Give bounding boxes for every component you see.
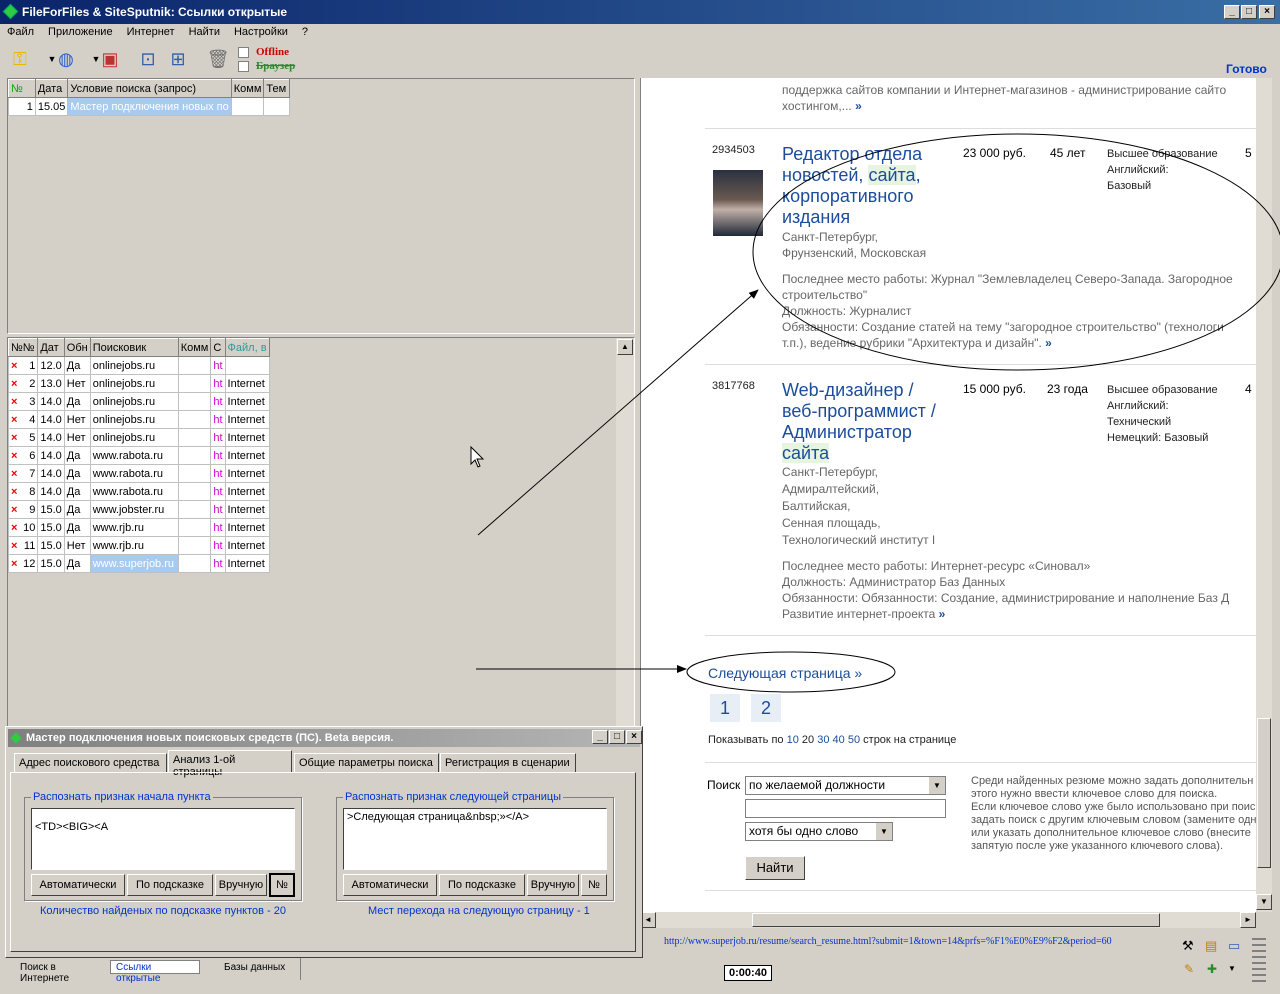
timer: 0:00:40 <box>724 965 772 981</box>
dialog-title: Мастер подключения новых поисковых средс… <box>26 732 394 744</box>
dialog-minimize-button[interactable]: _ <box>592 730 608 744</box>
number-button[interactable]: № <box>581 874 607 896</box>
mouse-cursor-icon <box>470 445 485 468</box>
tab-general[interactable]: Общие параметры поиска <box>294 753 439 773</box>
dialog-close-button[interactable]: × <box>626 730 642 744</box>
manual-button[interactable]: Вручную <box>527 874 579 896</box>
status-url: http://www.superjob.ru/resume/search_res… <box>664 936 1112 947</box>
export-icon[interactable]: ▤ <box>1205 938 1217 954</box>
note-icon[interactable]: ✎ <box>1184 962 1194 976</box>
hint-button[interactable]: По подсказке <box>127 874 213 896</box>
document-icon[interactable]: ▭ <box>1228 938 1240 954</box>
group-legend: Распознать признак следующей страницы <box>343 791 564 803</box>
auto-button[interactable]: Автоматически <box>31 874 125 896</box>
tab-registration[interactable]: Регистрация в сценарии <box>440 753 576 773</box>
chevron-down-icon[interactable]: ▼ <box>1228 964 1236 973</box>
found-count: Количество найденых по подсказке пунктов… <box>40 905 286 917</box>
number-button[interactable]: № <box>269 873 295 897</box>
tab-analysis[interactable]: Анализ 1-ой страницы <box>168 750 292 778</box>
next-marker-textarea[interactable]: >Следующая страница&nbsp;»</A> <box>343 808 607 870</box>
divider <box>300 958 301 980</box>
tab-databases[interactable]: Базы данных <box>216 960 296 976</box>
annotation-ellipse <box>686 651 896 693</box>
add-icon[interactable]: ✚ <box>1207 962 1217 976</box>
hint-button[interactable]: По подсказке <box>439 874 525 896</box>
next-marker-group: Распознать признак следующей страницы >С… <box>336 791 614 901</box>
auto-button[interactable]: Автоматически <box>343 874 437 896</box>
tools-icon[interactable]: ⚒ <box>1182 938 1194 954</box>
dialog-maximize-button[interactable]: □ <box>609 730 625 744</box>
grip-handle[interactable] <box>1252 938 1266 986</box>
tab-address[interactable]: Адрес поискового средства <box>14 753 167 773</box>
next-count: Мест перехода на следующую страницу - 1 <box>368 905 590 917</box>
tab-open-links[interactable]: Ссылки открытые <box>110 960 200 984</box>
wizard-dialog: Мастер подключения новых поисковых средс… <box>5 726 643 958</box>
start-marker-textarea[interactable]: <TD><BIG><A <box>31 808 295 870</box>
dialog-title-bar: Мастер подключения новых поисковых средс… <box>8 729 640 747</box>
group-legend: Распознать признак начала пункта <box>31 791 213 803</box>
start-marker-group: Распознать признак начала пункта <TD><BI… <box>24 791 302 901</box>
manual-button[interactable]: Вручную <box>215 874 267 896</box>
tab-internet-search[interactable]: Поиск в Интернете <box>10 960 103 984</box>
annotation-ellipse <box>752 133 1280 371</box>
annotation-arrow <box>477 289 759 536</box>
